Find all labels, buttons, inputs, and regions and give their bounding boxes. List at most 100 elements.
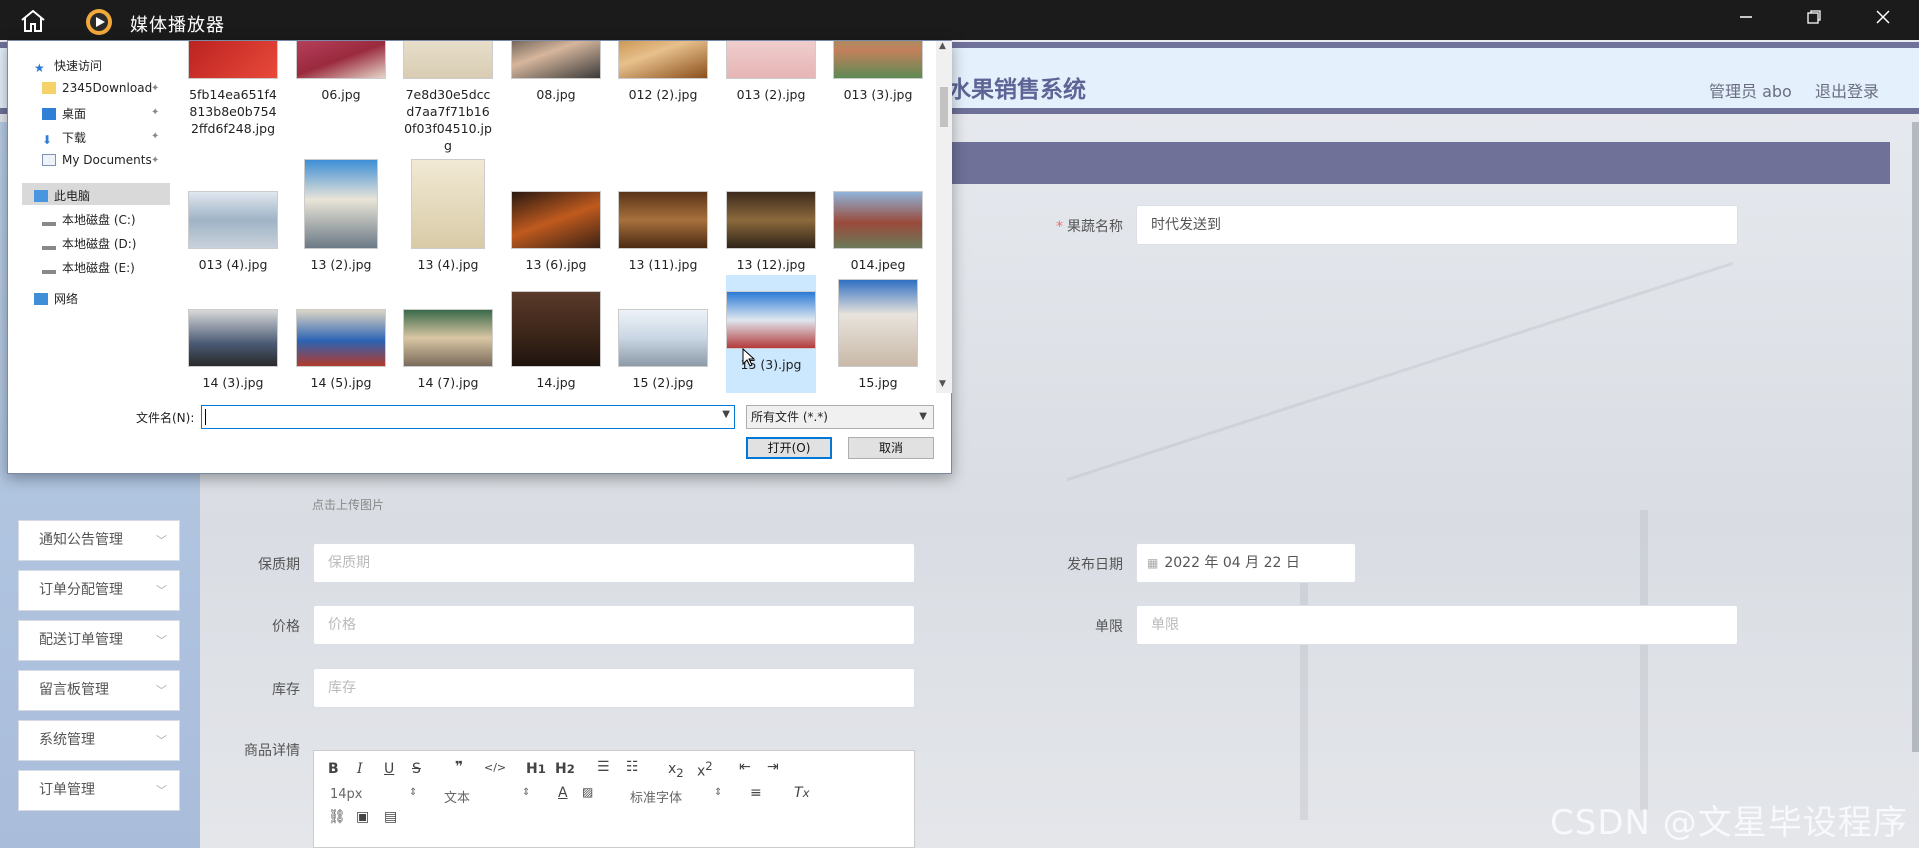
menu-item-orders[interactable]: 订单管理 ﹀ — [18, 770, 180, 811]
menu-item-order-assign[interactable]: 订单分配管理 ﹀ — [18, 570, 180, 611]
restore-button[interactable] — [1784, 0, 1844, 40]
file-item[interactable]: 15.jpg — [833, 279, 923, 391]
file-item[interactable]: 7e8d30e5dccd7aa7f71b160f03f04510.jpg — [403, 41, 493, 154]
scrollbar-thumb[interactable] — [940, 87, 948, 127]
align-icon[interactable]: ≡ — [750, 785, 762, 801]
file-item[interactable]: 013 (3).jpg — [833, 41, 923, 103]
stock-field[interactable]: 库存 — [313, 668, 915, 708]
file-item[interactable]: 14 (7).jpg — [403, 309, 493, 391]
heading2-icon[interactable]: H2 — [555, 761, 575, 777]
file-name: 13 (2).jpg — [310, 257, 372, 272]
rich-text-editor[interactable]: B I U S ❞ </> H1 H2 ☰ ☷ x2 x2 ⇤ ⇥ 14px ⇕… — [313, 750, 915, 848]
bold-icon[interactable]: B — [328, 761, 339, 777]
font-size-select[interactable]: 14px — [330, 787, 363, 802]
drive-icon — [42, 214, 56, 226]
outdent-icon[interactable]: ⇤ — [739, 759, 751, 775]
minimize-button[interactable] — [1716, 0, 1776, 40]
network-icon — [34, 293, 48, 305]
file-list-scrollbar[interactable]: ▲ ▼ — [936, 41, 952, 393]
nav-quick-access[interactable]: ★ 快速访问 — [34, 57, 102, 75]
nav-network[interactable]: 网络 — [34, 290, 78, 307]
underline-icon[interactable]: U — [384, 761, 394, 777]
ordered-list-icon[interactable]: ☰ — [597, 759, 610, 775]
file-item[interactable]: 08.jpg — [511, 41, 601, 103]
nav-drive-d[interactable]: 本地磁盘 (D:) — [42, 235, 136, 252]
italic-icon[interactable]: I — [357, 761, 363, 777]
file-item[interactable]: 14.jpg — [511, 291, 601, 391]
nav-my-documents[interactable]: My Documents — [42, 153, 152, 167]
chevron-down-icon: ﹀ — [156, 784, 167, 797]
file-name: 15.jpg — [858, 375, 898, 390]
background-color-icon[interactable]: ▨ — [582, 785, 593, 799]
file-name: 06.jpg — [321, 87, 361, 102]
image-icon[interactable]: ▣ — [356, 809, 369, 825]
file-item[interactable]: 012 (2).jpg — [618, 41, 708, 103]
file-thumbnail — [403, 309, 493, 367]
file-name: 14 (3).jpg — [202, 375, 264, 390]
price-field[interactable]: 价格 — [313, 605, 915, 645]
file-item-selected[interactable]: 15 (3).jpg — [726, 275, 816, 393]
file-item[interactable]: 14 (3).jpg — [188, 309, 278, 391]
strikethrough-icon[interactable]: S — [412, 761, 421, 777]
file-name: 13 (4).jpg — [417, 257, 479, 272]
filename-input[interactable]: ▼ — [201, 405, 735, 429]
nav-drive-c[interactable]: 本地磁盘 (C:) — [42, 211, 136, 228]
file-item[interactable]: 013 (4).jpg — [188, 191, 278, 273]
menu-item-notice[interactable]: 通知公告管理 ﹀ — [18, 520, 180, 561]
indent-icon[interactable]: ⇥ — [767, 759, 779, 775]
chevron-down-icon[interactable]: ▼ — [722, 409, 730, 420]
file-type-select[interactable]: 所有文件 (*.*) ▼ — [746, 405, 934, 429]
link-icon[interactable]: ⛓ — [328, 809, 346, 825]
publish-date-field[interactable]: ▦ 2022 年 04 月 22 日 — [1136, 543, 1356, 583]
file-item[interactable]: 5fb14ea651f4813b8e0b7542ffd6f248.jpg — [188, 41, 278, 137]
nav-this-pc[interactable]: 此电脑 — [34, 187, 90, 204]
open-button[interactable]: 打开(O) — [746, 437, 832, 459]
chevron-down-icon: ﹀ — [156, 584, 167, 597]
menu-item-delivery[interactable]: 配送订单管理 ﹀ — [18, 620, 180, 661]
file-item[interactable]: 013 (2).jpg — [726, 41, 816, 103]
file-item[interactable]: 15 (2).jpg — [618, 309, 708, 391]
nav-desktop[interactable]: 桌面 — [42, 105, 86, 122]
bullet-list-icon[interactable]: ☷ — [626, 759, 639, 775]
file-item[interactable]: 13 (11).jpg — [618, 191, 708, 273]
nav-2345download[interactable]: 2345Download — [42, 81, 152, 95]
current-user[interactable]: 管理员 abo — [1709, 78, 1792, 102]
code-icon[interactable]: </> — [484, 761, 506, 774]
logout-link[interactable]: 退出登录 — [1815, 78, 1879, 102]
name-field[interactable]: 时代发送到 — [1136, 205, 1738, 245]
shelf-life-field[interactable]: 保质期 — [313, 543, 915, 583]
drive-icon — [42, 238, 56, 250]
font-color-icon[interactable]: A — [558, 785, 568, 801]
menu-item-system[interactable]: 系统管理 ﹀ — [18, 720, 180, 761]
video-icon[interactable]: ▤ — [384, 809, 397, 825]
file-item[interactable]: 014.jpeg — [833, 191, 923, 273]
background-decoration — [1640, 510, 1648, 810]
file-item[interactable]: 13 (4).jpg — [403, 159, 493, 273]
subscript-icon[interactable]: x2 — [668, 761, 684, 780]
file-item[interactable]: 13 (12).jpg — [726, 191, 816, 273]
nav-downloads[interactable]: ⬇ 下载 — [42, 129, 86, 147]
drive-icon — [42, 262, 56, 274]
file-item[interactable]: 06.jpg — [296, 41, 386, 103]
font-family-select[interactable]: 标准字体 — [630, 787, 682, 806]
updown-icon: ⇕ — [409, 787, 418, 798]
scroll-up-icon[interactable]: ▲ — [939, 41, 946, 51]
menu-item-label: 通知公告管理 — [39, 532, 123, 548]
cancel-button[interactable]: 取消 — [848, 437, 934, 459]
superscript-icon[interactable]: x2 — [697, 759, 713, 780]
home-icon[interactable] — [18, 8, 48, 34]
nav-drive-e[interactable]: 本地磁盘 (E:) — [42, 259, 135, 276]
close-button[interactable] — [1853, 0, 1913, 40]
unit-field[interactable]: 单限 — [1136, 605, 1738, 645]
page-scrollbar[interactable] — [1912, 122, 1919, 752]
text-type-select[interactable]: 文本 — [444, 787, 470, 806]
file-item[interactable]: 13 (2).jpg — [296, 159, 386, 273]
scroll-down-icon[interactable]: ▼ — [939, 379, 946, 389]
heading1-icon[interactable]: H1 — [526, 761, 546, 777]
quote-icon[interactable]: ❞ — [455, 759, 463, 775]
clear-format-icon[interactable]: Tx — [794, 785, 809, 801]
file-item[interactable]: 13 (6).jpg — [511, 191, 601, 273]
upload-hint[interactable]: 点击上传图片 — [312, 496, 384, 513]
menu-item-message-board[interactable]: 留言板管理 ﹀ — [18, 670, 180, 711]
file-item[interactable]: 14 (5).jpg — [296, 309, 386, 391]
